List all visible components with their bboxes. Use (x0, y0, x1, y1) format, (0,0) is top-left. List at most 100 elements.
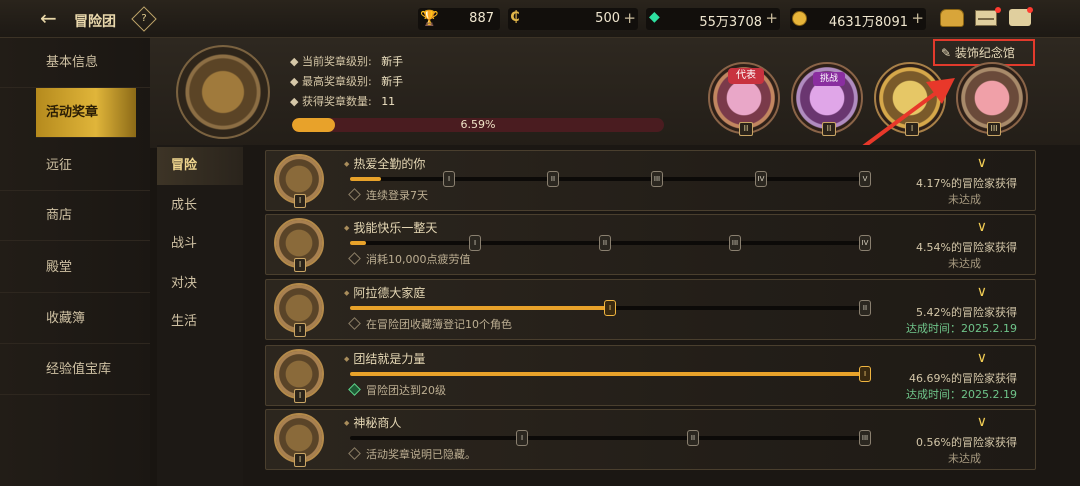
tab-duel[interactable]: 对决 (157, 265, 243, 303)
resource-coin-c: ₵ 500 + (508, 8, 638, 30)
milestone-marker: II (599, 235, 611, 251)
achievement-title: 我能快乐一整天 (344, 219, 437, 236)
achievement-row[interactable]: I神秘商人IIIIII活动奖章说明已隐藏。∨0.56%的冒险家获得未达成 (265, 409, 1036, 470)
gold-icon (792, 11, 807, 26)
sidebar-item-activity-medals[interactable]: 活动奖章 (36, 88, 136, 138)
medal-rank: I (294, 389, 306, 403)
achievement-earned-rate: 4.54%的冒险家获得 (916, 241, 1017, 254)
milestone-marker: II (687, 430, 699, 446)
achievement-medal-icon: I (274, 413, 324, 467)
milestone-marker: V (859, 171, 871, 187)
achievement-row[interactable]: I 团结就是力量 I 冒险团达到20级 ∨ 46.69%的冒险家获得达成时间：2025.2… (265, 345, 1036, 406)
achievement-status: 未达成 (948, 193, 981, 206)
trophy-icon: 🏆 (420, 9, 439, 27)
achievement-row[interactable]: I我能快乐一整天IIIIIIIV消耗10,000点疲劳值∨4.54%的冒险家获得… (265, 214, 1036, 275)
sidebar-item-exp-vault[interactable]: 经验值宝库 (0, 345, 150, 395)
achievement-row[interactable]: I阿拉德大家庭III在冒险团收藏簿登记10个角色∨5.42%的冒险家获得达成时间… (265, 279, 1036, 340)
decor-memorial-label: 装饰纪念馆 (954, 46, 1015, 60)
medal-rank: I (294, 194, 306, 208)
achievement-status: 未达成 (948, 452, 981, 465)
achievement-progress-track: I II III IV V (350, 171, 871, 187)
diamond-icon (348, 317, 361, 330)
achievement-progress-fill (350, 241, 366, 245)
expand-chevron-icon[interactable]: ∨ (977, 350, 987, 366)
back-button[interactable]: ← (40, 8, 64, 30)
medal-count-value: 11 (381, 95, 396, 108)
expand-chevron-icon[interactable]: ∨ (977, 414, 987, 430)
tab-combat[interactable]: 战斗 (157, 225, 243, 263)
achievement-progress-fill (350, 177, 381, 181)
achievement-row[interactable]: I热爱全勤的你IIIIIIIVV连续登录7天∨4.17%的冒险家获得未达成 (265, 150, 1036, 211)
achievement-medal-icon: I (274, 283, 324, 337)
add-gold-button[interactable]: + (911, 9, 924, 27)
milestone-marker: III (729, 235, 741, 251)
achievement-status: 未达成 (948, 257, 981, 270)
expand-chevron-icon[interactable]: ∨ (977, 284, 987, 300)
overall-progress-bar: 6.59% (292, 118, 664, 132)
achievement-desc: 在冒险团收藏簿登记10个角色 (348, 316, 512, 332)
check-icon (348, 383, 361, 396)
milestone-marker: IV (859, 235, 871, 251)
milestone-marker: IV (755, 171, 767, 187)
overall-progress-text: 6.59% (460, 118, 496, 131)
expand-chevron-icon[interactable]: ∨ (977, 219, 987, 235)
achievement-medal-icon: I (274, 154, 324, 208)
medal-rank: I (294, 258, 306, 272)
current-level-label: ◆ 当前奖章级别: 新手 (290, 55, 404, 68)
milestone-marker: II (859, 300, 871, 316)
tab-adventure[interactable]: 冒险 (157, 147, 243, 185)
achievement-title: 神秘商人 (344, 414, 401, 431)
highest-level-label: ◆ 最高奖章级别: 新手 (290, 75, 404, 88)
current-level-value: 新手 (381, 55, 404, 68)
help-label: ? (141, 13, 147, 24)
medal-rank: I (294, 453, 306, 467)
milestone-marker: I (516, 430, 528, 446)
sidebar-item-expedition[interactable]: 远征 (0, 141, 150, 191)
achievement-progress-track: I II III IV (350, 235, 871, 251)
achievement-progress-fill (350, 372, 870, 376)
achievement-progress-fill (350, 306, 610, 310)
milestone-marker: I (859, 366, 871, 382)
add-coin-button[interactable]: + (623, 9, 636, 27)
achievement-desc: 活动奖章说明已隐藏。 (348, 446, 476, 462)
achievement-progress-track: I II (350, 300, 871, 316)
add-gem-button[interactable]: + (765, 9, 778, 27)
milestone-marker: I (604, 300, 616, 316)
achievement-title: 阿拉德大家庭 (344, 284, 425, 301)
expand-chevron-icon[interactable]: ∨ (977, 155, 987, 171)
achievement-desc: 消耗10,000点疲劳值 (348, 251, 471, 267)
sidebar-item-basic-info[interactable]: 基本信息 (0, 38, 150, 88)
highest-level-text: 最高奖章级别: (301, 75, 372, 88)
resource-value: 4631万8091 (828, 15, 908, 30)
sidebar: 基本信息 活动奖章 远征 商店 殿堂 收藏簿 经验值宝库 (0, 38, 150, 486)
diamond-icon (348, 447, 361, 460)
sidebar-item-shop[interactable]: 商店 (0, 191, 150, 241)
milestone-marker: III (651, 171, 663, 187)
achievement-desc-text: 活动奖章说明已隐藏。 (366, 448, 476, 461)
medal-count-label: ◆ 获得奖章数量: 11 (290, 95, 396, 108)
milestone-marker: III (859, 430, 871, 446)
edit-icon: ✎ (941, 46, 952, 60)
achievement-medal-icon: I (274, 218, 324, 272)
resource-value: 500 (595, 11, 620, 26)
gem-icon: ◆ (649, 9, 660, 25)
achievement-earned-rate: 46.69%的冒险家获得 (909, 372, 1017, 385)
sidebar-item-hall[interactable]: 殿堂 (0, 243, 150, 293)
achievement-desc: 连续登录7天 (348, 187, 428, 203)
sidebar-item-collection[interactable]: 收藏簿 (0, 294, 150, 344)
resource-value: 887 (469, 11, 494, 26)
achievement-earned-rate: 5.42%的冒险家获得 (916, 306, 1017, 319)
achievement-status: 达成时间：2025.2.19 (906, 322, 1017, 335)
achievement-earned-rate: 0.56%的冒险家获得 (916, 436, 1017, 449)
resource-gold: 4631万8091 + (790, 8, 926, 30)
page-title: 冒险团 (74, 14, 116, 30)
mail-icon[interactable] (975, 10, 997, 26)
achievement-desc-text: 连续登录7天 (366, 189, 428, 202)
tab-growth[interactable]: 成长 (157, 187, 243, 225)
tab-life[interactable]: 生活 (157, 303, 243, 341)
chat-notify-dot (1027, 7, 1033, 13)
treasure-icon[interactable] (940, 9, 964, 27)
milestone-marker: II (547, 171, 559, 187)
milestone-marker: I (443, 171, 455, 187)
achievement-title: 热爱全勤的你 (344, 155, 425, 172)
